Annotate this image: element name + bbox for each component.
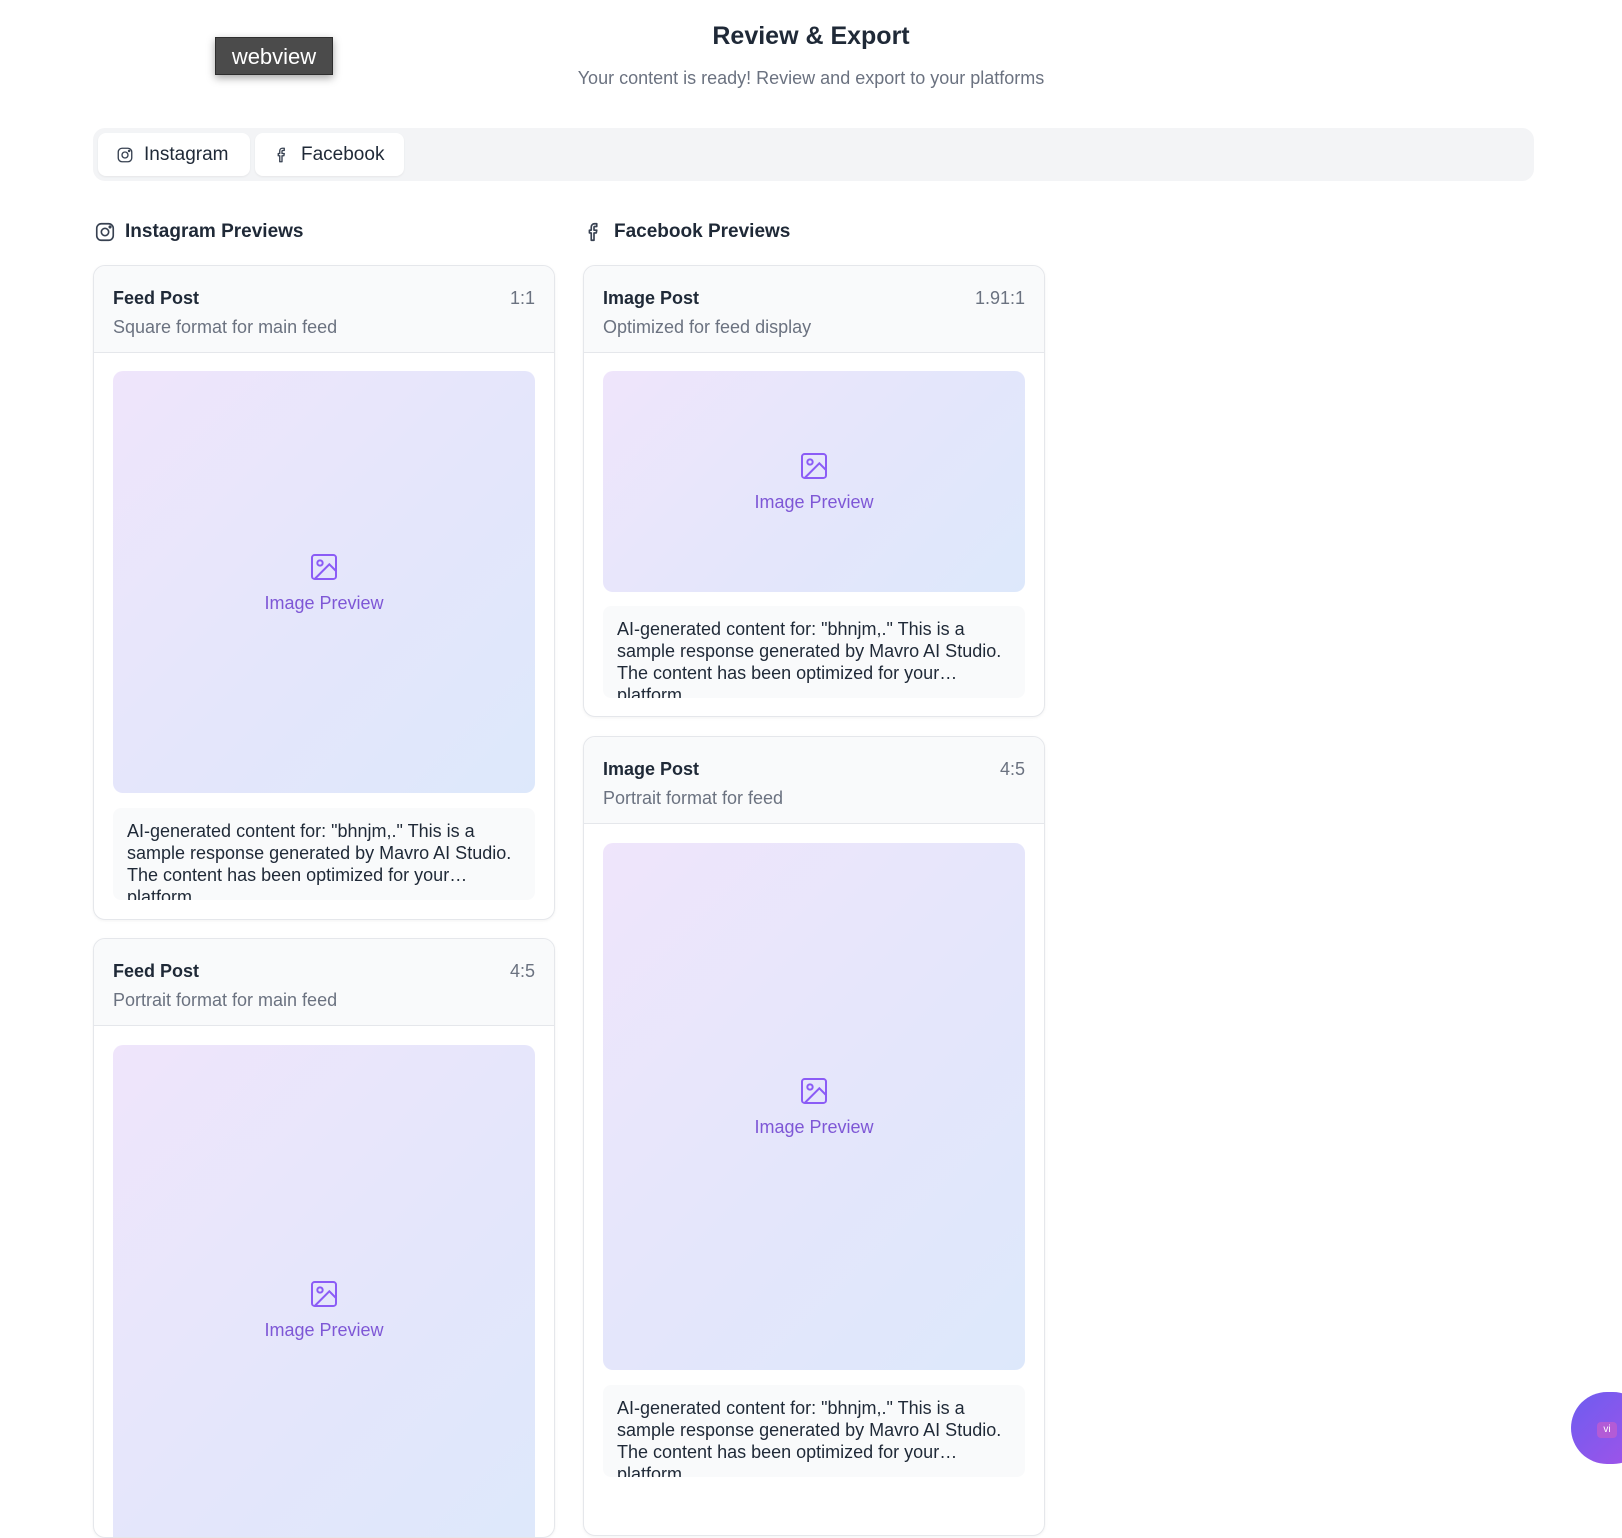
aspect-ratio-label: 1.91:1: [974, 288, 1025, 308]
tab-facebook-label: Facebook: [301, 143, 385, 165]
image-preview[interactable]: Image Preview: [113, 1045, 535, 1537]
aspect-ratio-label: 4:5: [999, 759, 1025, 779]
facebook-image-post-landscape-card: Image Post Optimized for feed display 1.…: [583, 265, 1045, 717]
image-preview-label: Image Preview: [264, 1319, 384, 1340]
instagram-section-title: Instagram Previews: [94, 218, 303, 246]
platform-tab-bar: Instagram Facebook: [93, 128, 1534, 181]
card-header: Feed Post Square format for main feed 1:…: [94, 266, 554, 353]
facebook-image-post-portrait-card: Image Post Portrait format for feed 4:5 …: [583, 736, 1045, 1536]
card-subtitle: Portrait format for feed: [603, 788, 784, 808]
image-icon: [311, 553, 337, 580]
image-icon: [311, 1280, 337, 1307]
card-title: Image Post: [603, 288, 700, 308]
card-title: Image Post: [603, 759, 700, 779]
card-header: Feed Post Portrait format for main feed …: [94, 939, 554, 1026]
instagram-section-label: Instagram Previews: [125, 221, 304, 242]
facebook-icon: [588, 222, 598, 242]
image-preview[interactable]: Image Preview: [113, 371, 535, 793]
instagram-feed-post-portrait-card: Feed Post Portrait format for main feed …: [93, 938, 555, 1538]
instagram-icon: [117, 147, 133, 162]
page-title: Review & Export: [712, 22, 910, 50]
facebook-icon: [277, 147, 285, 162]
post-caption: AI-generated content for: "bhnjm,." This…: [603, 606, 1025, 698]
aspect-ratio-label: 4:5: [509, 961, 535, 981]
facebook-section-title: Facebook Previews: [583, 218, 790, 246]
card-subtitle: Portrait format for main feed: [113, 990, 338, 1010]
image-preview-label: Image Preview: [754, 1117, 874, 1137]
card-subtitle: Optimized for feed display: [603, 317, 812, 337]
image-preview[interactable]: Image Preview: [603, 371, 1025, 592]
assistant-avatar: vi: [1597, 1422, 1617, 1438]
aspect-ratio-label: 1:1: [509, 288, 535, 308]
card-title: Feed Post: [113, 288, 200, 308]
tab-instagram[interactable]: Instagram: [98, 133, 250, 176]
assistant-fab-button[interactable]: vi: [1571, 1392, 1622, 1464]
facebook-section-label: Facebook Previews: [614, 221, 791, 242]
image-preview[interactable]: Image Preview: [603, 843, 1025, 1370]
card-header: Image Post Portrait format for feed 4:5: [584, 737, 1044, 824]
card-subtitle: Square format for main feed: [113, 317, 338, 337]
image-preview-label: Image Preview: [264, 592, 384, 613]
image-preview-label: Image Preview: [754, 492, 874, 512]
tab-instagram-label: Instagram: [144, 143, 229, 165]
post-caption: AI-generated content for: "bhnjm,." This…: [113, 808, 535, 900]
page-subtitle: Your content is ready! Review and export…: [577, 68, 1045, 88]
image-icon: [801, 1078, 827, 1104]
instagram-feed-post-square-card: Feed Post Square format for main feed 1:…: [93, 265, 555, 920]
card-title: Feed Post: [113, 961, 200, 981]
post-caption: AI-generated content for: "bhnjm,." This…: [603, 1385, 1025, 1477]
instagram-icon: [95, 222, 115, 242]
tab-facebook[interactable]: Facebook: [255, 133, 404, 176]
image-icon: [801, 453, 827, 479]
card-header: Image Post Optimized for feed display 1.…: [584, 266, 1044, 353]
